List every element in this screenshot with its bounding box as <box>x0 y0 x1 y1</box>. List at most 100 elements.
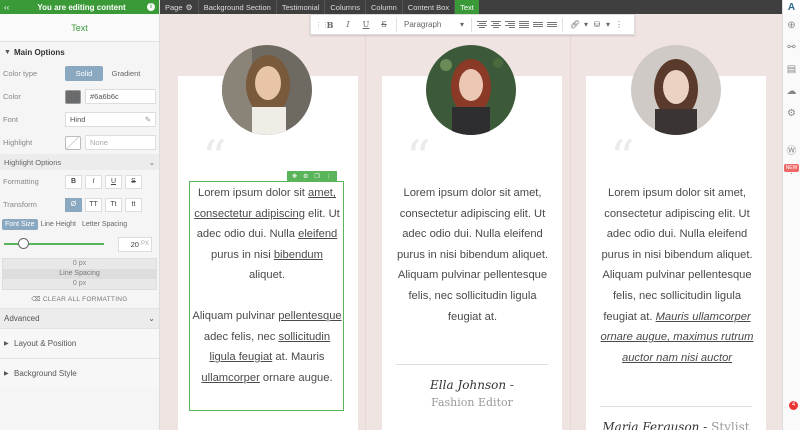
settings-icon[interactable]: ⚙ <box>303 173 308 180</box>
layout-position-label: Layout & Position <box>14 339 77 348</box>
breadcrumb-columns[interactable]: Columns <box>325 0 366 14</box>
background-style-label: Background Style <box>14 369 77 378</box>
transform-none-button[interactable]: Ø <box>65 197 82 212</box>
right-toolbar: A ⊕ ⚯ ▤ ☁ ⚙ NEW Ⓦ ? 4 <box>782 0 800 430</box>
toolbar-italic-button[interactable]: I <box>339 20 357 29</box>
text-run: ornare augue. <box>259 371 333 384</box>
link-icon[interactable]: 🔗︎ <box>566 20 584 29</box>
align-left-icon[interactable] <box>476 21 488 28</box>
more-icon[interactable]: ⋮ <box>326 173 332 180</box>
font-label: Font <box>3 115 19 124</box>
italic-button[interactable]: I <box>85 174 102 189</box>
pencil-icon[interactable]: ✎ <box>145 113 151 126</box>
breadcrumb-content-box[interactable]: Content Box <box>403 0 456 14</box>
wordpress-icon[interactable]: Ⓦ <box>783 138 800 160</box>
chevron-left-icon[interactable]: ‹‹ <box>4 3 16 12</box>
breadcrumb: Page ⚙ Background Section Testimonial Co… <box>160 0 782 14</box>
numbered-list-icon[interactable] <box>546 22 558 27</box>
quote-icon: “ <box>406 130 431 186</box>
link-icon[interactable]: ⚯ <box>783 36 800 58</box>
avatar <box>631 45 721 135</box>
toolbar-strikethrough-button[interactable]: S <box>375 20 393 29</box>
avatar <box>426 45 516 135</box>
transform-row: Transform Ø TT Tt tt <box>0 193 159 216</box>
underline-button[interactable]: U <box>105 174 122 189</box>
breadcrumb-column[interactable]: Column <box>366 0 403 14</box>
main-options-header[interactable]: ▼ Main Options <box>0 42 159 62</box>
breadcrumb-text[interactable]: Text <box>455 0 479 14</box>
panel-title: Text <box>0 14 159 42</box>
add-element-icon[interactable]: ⊕ <box>783 14 800 36</box>
tab-font-size[interactable]: Font Size <box>2 218 38 230</box>
highlight-options-header[interactable]: Highlight Options ⌄ <box>0 154 159 170</box>
highlight-row: Highlight None <box>0 131 159 154</box>
highlight-swatch[interactable] <box>65 135 81 150</box>
move-icon[interactable]: ✥ <box>292 173 297 180</box>
highlight-input[interactable]: None <box>85 135 156 150</box>
font-size-slider[interactable] <box>4 238 104 249</box>
database-icon[interactable]: ⛁ <box>588 20 606 29</box>
caret-right-icon: ▶ <box>4 371 9 377</box>
spacing-top-value[interactable]: 0 px <box>3 259 156 269</box>
more-options-icon[interactable]: ⋮ <box>610 20 628 29</box>
text-run: Aliquam pulvinar <box>192 309 279 322</box>
font-select[interactable]: Hind ✎ <box>65 112 156 127</box>
toolbar-bold-button[interactable]: B <box>321 20 339 30</box>
transform-uppercase-button[interactable]: TT <box>85 197 102 212</box>
divider <box>396 364 548 365</box>
align-center-icon[interactable] <box>490 21 502 28</box>
testimonial-paragraph[interactable]: Lorem ipsum dolor sit amet, consectetur … <box>192 183 342 286</box>
paragraph-select[interactable]: Paragraph ▾ <box>404 20 464 29</box>
strikethrough-button[interactable]: S <box>125 174 142 189</box>
tab-letter-spacing[interactable]: Letter Spacing <box>79 219 130 230</box>
settings-icon[interactable]: ⚙ <box>783 102 800 124</box>
font-size-input[interactable]: 20 PX <box>118 236 152 252</box>
caret-right-icon: ▶ <box>4 341 9 347</box>
color-type-solid-button[interactable]: Solid <box>65 66 103 81</box>
transform-lowercase-button[interactable]: tt <box>125 197 142 212</box>
color-swatch[interactable] <box>65 89 81 104</box>
transform-label: Transform <box>3 200 37 209</box>
advanced-section[interactable]: Advanced ⌄ <box>0 308 159 328</box>
breadcrumb-background-section[interactable]: Background Section <box>199 0 277 14</box>
testimonial-text-editing[interactable]: Lorem ipsum dolor sit amet, consectetur … <box>192 183 342 388</box>
background-style-section[interactable]: ▶ Background Style <box>0 358 159 388</box>
column-divider <box>365 14 366 430</box>
tab-line-height[interactable]: Line Height <box>38 219 79 230</box>
info-icon[interactable]: i <box>147 3 155 11</box>
align-right-icon[interactable] <box>504 21 516 28</box>
color-type-gradient-button[interactable]: Gradient <box>103 66 149 81</box>
main-options-label: Main Options <box>14 47 65 57</box>
color-hex-input[interactable]: #6a6b6c <box>85 89 156 104</box>
linked-text: consectetur adipiscing <box>194 207 305 220</box>
bullet-list-icon[interactable] <box>532 22 544 27</box>
line-spacing-label: Line Spacing <box>3 269 156 279</box>
templates-icon[interactable]: ▤ <box>783 58 800 80</box>
author-name: Ella Johnson - <box>430 378 514 392</box>
align-justify-icon[interactable] <box>518 21 530 28</box>
author-role: Stylist <box>711 420 750 430</box>
spacing-bottom-value[interactable]: 0 px <box>3 279 156 289</box>
logo-icon[interactable]: A <box>783 0 800 14</box>
separator <box>396 17 397 32</box>
linked-text: eleifend <box>298 228 338 241</box>
testimonial-paragraph[interactable]: Aliquam pulvinar pellentesque adec felis… <box>192 306 342 388</box>
layout-position-section[interactable]: ▶ Layout & Position <box>0 328 159 358</box>
font-size-value: 20 <box>130 239 139 249</box>
linked-text: pellentesque <box>278 309 342 322</box>
clear-formatting-button[interactable]: ⌫ CLEAR ALL FORMATTING <box>0 292 159 308</box>
copy-icon[interactable]: ❐ <box>314 173 319 180</box>
text-run: Lorem ipsum dolor sit <box>197 187 309 199</box>
notification-count[interactable]: 4 <box>789 401 798 410</box>
breadcrumb-testimonial[interactable]: Testimonial <box>277 0 326 14</box>
cloud-icon[interactable]: ☁ <box>783 80 800 102</box>
toolbar-underline-button[interactable]: U <box>357 20 375 29</box>
color-type-toggle: Solid Gradient <box>65 66 149 81</box>
gear-icon[interactable]: ⚙ <box>186 3 193 12</box>
breadcrumb-page[interactable]: Page ⚙ <box>160 0 199 14</box>
bold-button[interactable]: B <box>65 174 82 189</box>
text-run: purus in nisi <box>211 248 274 261</box>
color-type-label: Color type <box>3 69 38 78</box>
transform-capitalize-button[interactable]: Tt <box>105 197 122 212</box>
font-size-slider-handle[interactable] <box>18 238 29 249</box>
